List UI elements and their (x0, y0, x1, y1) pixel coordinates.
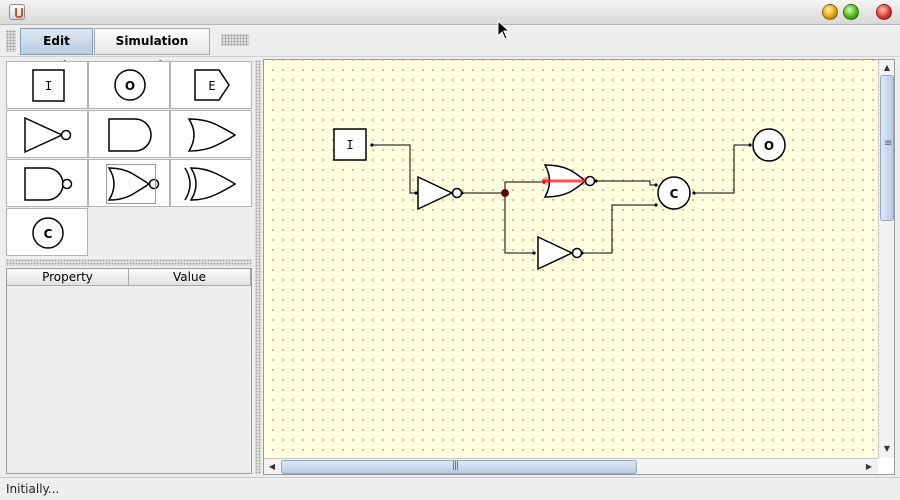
horizontal-scrollbar[interactable]: ◀ ▶ (264, 458, 878, 474)
palette-item-input[interactable]: I (6, 61, 88, 109)
palette-item-output[interactable]: O (88, 61, 170, 109)
wire-c-to-output (694, 144, 750, 194)
wire-not2-to-c (582, 204, 656, 254)
vertical-scroll-thumb[interactable] (880, 75, 894, 221)
scroll-left-arrow-icon[interactable]: ◀ (265, 460, 279, 474)
scroll-up-arrow-icon[interactable]: ▲ (880, 61, 894, 75)
minimize-button[interactable] (822, 4, 838, 20)
circuit-input-component[interactable]: I (333, 128, 367, 161)
edit-mode-button[interactable]: Edit Mode (20, 28, 93, 73)
or-gate-icon (187, 118, 237, 152)
circuit-nor-gate[interactable] (542, 164, 596, 198)
component-palette: I O E C (6, 61, 252, 256)
circuit-c-element[interactable]: C (657, 176, 691, 210)
status-text: Initially... (6, 482, 60, 496)
palette-item-and-gate[interactable] (88, 110, 170, 158)
palette-item-edge-connector[interactable]: E (170, 61, 252, 109)
toolbar-secondary-grip[interactable] (221, 34, 249, 46)
scroll-down-arrow-icon[interactable]: ▼ (880, 442, 894, 456)
palette-input-label: I (45, 79, 52, 93)
wire-nor-to-c (596, 180, 656, 186)
palette-edge-label: E (208, 79, 215, 93)
wire-input-to-not (372, 144, 416, 194)
circuit-output-label: O (764, 139, 774, 153)
circuit-not-gate-2[interactable] (537, 235, 583, 271)
status-bar: Initially... (0, 477, 900, 500)
toolbar-grip-handle[interactable] (6, 30, 16, 52)
horizontal-scroll-thumb[interactable] (281, 460, 637, 474)
mouse-pointer-icon (497, 20, 509, 40)
close-button[interactable] (876, 4, 892, 20)
palette-item-nor-gate[interactable] (88, 159, 170, 207)
wire-junction-to-not2 (504, 193, 534, 254)
input-box-icon: I (32, 69, 65, 102)
nor-gate-icon (107, 167, 160, 201)
not-gate-icon (24, 116, 72, 154)
window-titlebar (0, 0, 900, 25)
property-column-header[interactable]: Property (7, 269, 129, 286)
wire-junction-to-nor (504, 181, 544, 193)
value-column-header[interactable]: Value (129, 269, 251, 286)
edge-pentagon-icon: E (194, 69, 230, 101)
palette-item-or-gate[interactable] (170, 110, 252, 158)
circuit-output-component[interactable]: O (752, 128, 786, 162)
maximize-button[interactable] (843, 4, 859, 20)
and-gate-icon (108, 118, 152, 152)
properties-table: Property Value (6, 268, 252, 474)
circuit-not-gate-1[interactable] (417, 175, 463, 211)
main-split-handle[interactable] (255, 60, 261, 474)
palette-split-handle[interactable] (6, 259, 252, 266)
wire-junction-dot (501, 189, 509, 197)
scroll-right-arrow-icon[interactable]: ▶ (862, 460, 876, 474)
circuit-editor-scrollpane: I C O ▲ ≡ ▼ ◀ ||| ▶ (263, 59, 895, 475)
circuit-c-label: C (670, 187, 679, 201)
xor-gate-icon (184, 167, 237, 201)
palette-item-xor-gate[interactable] (170, 159, 252, 207)
c-element-icon: C (32, 217, 64, 249)
output-circle-icon: O (114, 69, 146, 101)
palette-item-not-gate[interactable] (6, 110, 88, 158)
toolbar: Edit Mode Simulation Mode (0, 26, 900, 73)
palette-c-label: C (44, 227, 53, 241)
circuit-canvas[interactable]: I C O (264, 60, 878, 458)
nand-gate-icon (24, 167, 73, 201)
palette-item-nand-gate[interactable] (6, 159, 88, 207)
simulation-mode-button[interactable]: Simulation Mode (94, 28, 210, 73)
circuit-input-label: I (346, 138, 353, 152)
vertical-scrollbar[interactable]: ▲ ▼ (878, 60, 894, 458)
java-app-icon (9, 4, 25, 20)
palette-output-label: O (125, 79, 135, 93)
circuit-drawing: I C O (333, 128, 786, 271)
palette-item-c-element[interactable]: C (6, 208, 88, 256)
